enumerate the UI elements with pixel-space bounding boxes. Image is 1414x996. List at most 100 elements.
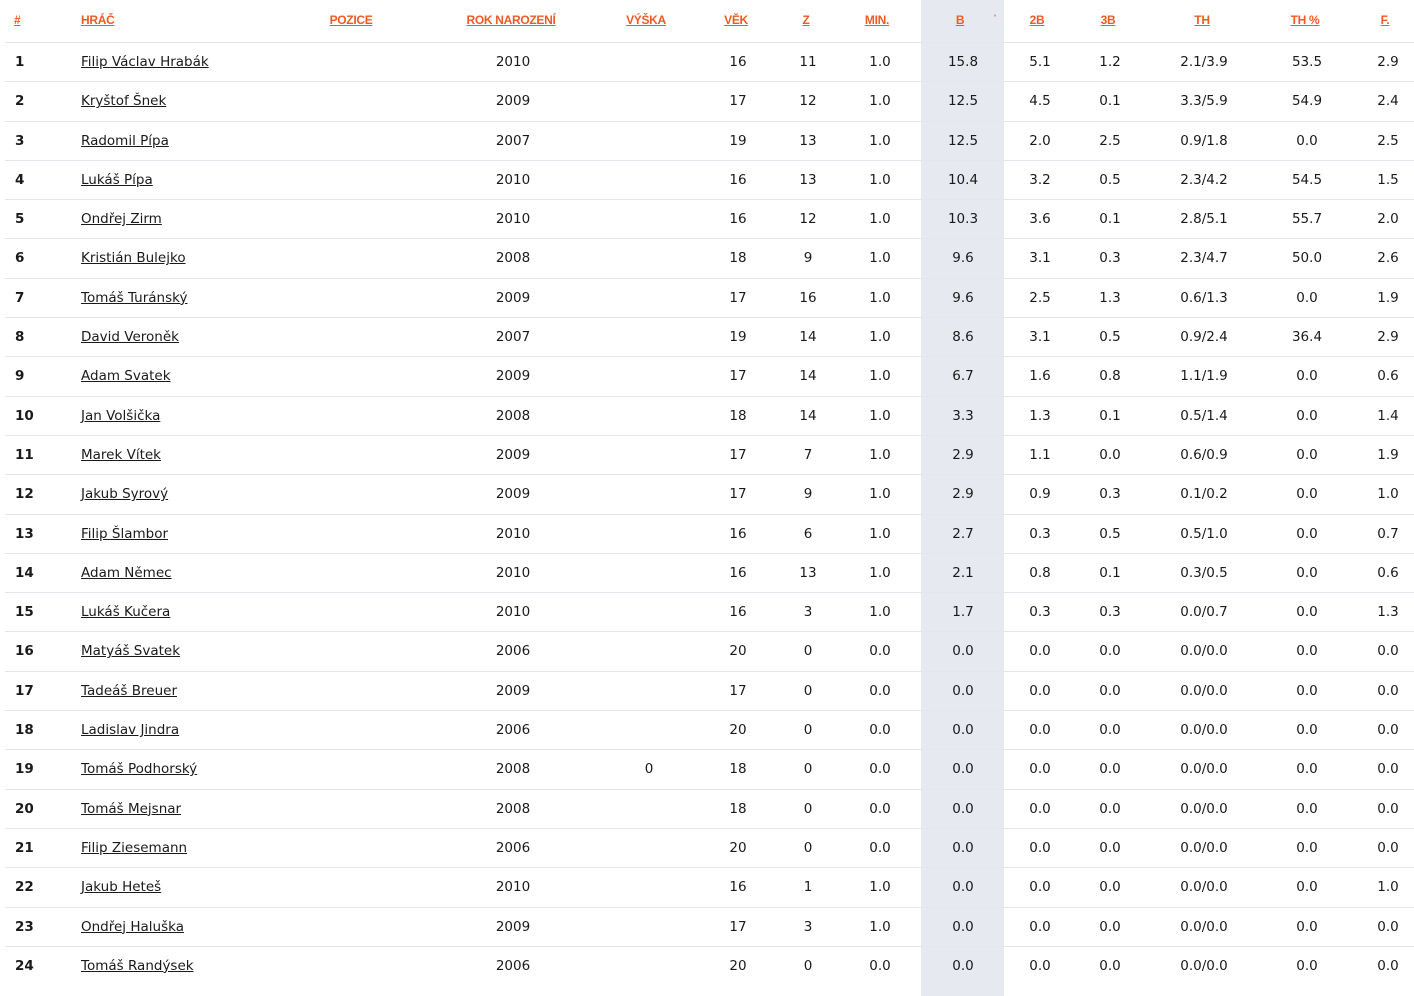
player-name-link[interactable]: Filip Ziesemann [81, 829, 187, 867]
cell-age: 20 [729, 643, 747, 660]
cell-games: 12 [799, 211, 817, 228]
cell-points: 0.0 [952, 722, 974, 739]
cell-birth-year: 2010 [495, 54, 531, 70]
cell-ft-pct: 0.0 [1296, 682, 1318, 699]
player-name-link[interactable]: David Veroněk [81, 318, 179, 356]
header-free-throws[interactable]: TH [1194, 13, 1210, 27]
cell-free-throws: 0.1/0.2 [1180, 486, 1228, 503]
cell-birth-year: 2009 [495, 446, 531, 463]
player-name-link[interactable]: Lukáš Kučera [81, 593, 170, 631]
table-row: 12 Jakub Syrový 2009 17 9 1.0 2.9 0.9 0.3 0.1/0.2… [5, 474, 1414, 513]
cell-ft-pct: 0.0 [1296, 525, 1318, 542]
player-name-link[interactable]: Adam Svatek [81, 357, 171, 395]
cell-minutes: 0.0 [869, 722, 891, 739]
cell-two-pt: 0.9 [1029, 486, 1051, 503]
cell-birth-year: 2006 [495, 643, 531, 660]
cell-free-throws: 0.3/0.5 [1180, 564, 1228, 581]
cell-age: 20 [729, 839, 747, 856]
cell-two-pt: 5.1 [1029, 54, 1051, 70]
cell-birth-year: 2009 [495, 93, 531, 110]
cell-rank: 8 [15, 329, 25, 346]
table-row: 20 Tomáš Mejsnar 2008 18 0 0.0 0.0 0.0 0.0 0.0/0.… [5, 788, 1414, 828]
cell-minutes: 1.0 [869, 93, 891, 110]
cell-free-throws: 0.0/0.0 [1180, 761, 1228, 778]
cell-age: 17 [729, 918, 747, 935]
header-fouls[interactable]: F. [1381, 13, 1390, 27]
cell-fouls: 1.4 [1377, 407, 1399, 424]
player-name-link[interactable]: Lukáš Pípa [81, 161, 153, 199]
cell-three-pt: 0.0 [1099, 682, 1121, 699]
table-row: 15 Lukáš Kučera 2010 16 3 1.0 1.7 0.3 0.3 0.0/0.7… [5, 592, 1414, 631]
header-birth-year[interactable]: ROK NAROZENÍ [466, 13, 555, 27]
cell-age: 17 [729, 93, 747, 110]
cell-rank: 19 [15, 761, 34, 778]
player-name-link[interactable]: Jakub Syrový [81, 475, 168, 513]
sort-desc-icon[interactable]: ˄ [993, 14, 997, 23]
cell-rank: 15 [15, 604, 34, 621]
player-name-link[interactable]: Tomáš Podhorský [81, 750, 197, 788]
cell-games: 6 [803, 525, 813, 542]
header-points[interactable]: B [956, 13, 965, 27]
table-row: 4 Lukáš Pípa 2010 16 13 1.0 10.4 3.2 0.5 2.3/4.2 5… [5, 159, 1414, 199]
cell-birth-year: 2007 [495, 329, 531, 346]
cell-points: 0.0 [952, 879, 974, 896]
cell-three-pt: 0.5 [1099, 329, 1121, 346]
cell-age: 16 [729, 171, 747, 188]
player-name-link[interactable]: Tomáš Turánský [81, 279, 187, 317]
header-games[interactable]: Z [802, 13, 809, 27]
cell-free-throws: 0.5/1.4 [1180, 407, 1228, 424]
player-name-link[interactable]: Ondřej Zirm [81, 200, 162, 238]
cell-age: 19 [729, 132, 747, 149]
player-name-link[interactable]: Ladislav Jindra [81, 711, 179, 749]
player-name-link[interactable]: Tomáš Mejsnar [81, 790, 181, 828]
header-ft-pct[interactable]: TH % [1291, 13, 1320, 27]
player-name-link[interactable]: Jakub Heteš [81, 868, 161, 906]
player-name-link[interactable]: Ondřej Haluška [81, 908, 184, 946]
cell-two-pt: 0.0 [1029, 957, 1051, 974]
header-rank[interactable]: # [14, 13, 21, 27]
header-minutes[interactable]: MIN. [865, 13, 889, 27]
player-name-link[interactable]: Tadeáš Breuer [81, 672, 177, 710]
cell-three-pt: 1.3 [1099, 289, 1121, 306]
table-row: 13 Filip Šlambor 2010 16 6 1.0 2.7 0.3 0.5 0.5/1.… [5, 513, 1414, 553]
cell-ft-pct: 0.0 [1296, 289, 1318, 306]
cell-three-pt: 0.0 [1099, 879, 1121, 896]
player-name-link[interactable]: Tomáš Randýsek [81, 947, 194, 985]
header-age[interactable]: VĚK [724, 13, 748, 27]
player-name-link[interactable]: Kristián Bulejko [81, 239, 186, 277]
player-name-link[interactable]: Adam Němec [81, 554, 172, 592]
cell-two-pt: 0.0 [1029, 800, 1051, 817]
cell-minutes: 1.0 [869, 604, 891, 621]
cell-age: 18 [729, 761, 747, 778]
player-name-link[interactable]: Jan Volšička [81, 397, 160, 435]
player-name-link[interactable]: Kryštof Šnek [81, 82, 166, 120]
player-name-link[interactable]: Filip Šlambor [81, 515, 168, 553]
cell-ft-pct: 0.0 [1296, 132, 1318, 149]
header-three-pt[interactable]: 3B [1101, 13, 1116, 27]
header-position[interactable]: POZICE [330, 13, 373, 27]
cell-two-pt: 0.0 [1029, 643, 1051, 660]
cell-fouls: 0.6 [1377, 368, 1399, 385]
table-row: 23 Ondřej Haluška 2009 17 3 1.0 0.0 0.0 0.0 0.0/0… [5, 906, 1414, 946]
header-two-pt[interactable]: 2B [1030, 13, 1045, 27]
cell-minutes: 1.0 [869, 918, 891, 935]
cell-ft-pct: 0.0 [1296, 604, 1318, 621]
cell-fouls: 0.0 [1377, 761, 1399, 778]
table-row: 11 Marek Vítek 2009 17 7 1.0 2.9 1.1 0.0 0.6/0.9 0… [5, 434, 1414, 474]
table-row: 21 Filip Ziesemann 2006 20 0 0.0 0.0 0.0 0.0 0.0/… [5, 827, 1414, 867]
cell-minutes: 1.0 [869, 329, 891, 346]
table-header: # HRÁČ POZICE ROK NAROZENÍ VÝŠKA VĚK Z M… [0, 0, 1414, 42]
cell-two-pt: 4.5 [1029, 93, 1051, 110]
cell-two-pt: 3.1 [1029, 250, 1051, 267]
player-name-link[interactable]: Marek Vítek [81, 436, 161, 474]
cell-rank: 22 [15, 879, 34, 896]
cell-points: 0.0 [952, 800, 974, 817]
cell-fouls: 0.0 [1377, 682, 1399, 699]
header-player[interactable]: HRÁČ [81, 13, 115, 27]
cell-games: 7 [803, 446, 813, 463]
player-name-link[interactable]: Filip Václav Hrabák [81, 43, 209, 81]
player-name-link[interactable]: Radomil Pípa [81, 122, 169, 160]
header-height[interactable]: VÝŠKA [626, 13, 666, 27]
player-name-link[interactable]: Matyáš Svatek [81, 632, 180, 670]
cell-rank: 7 [15, 289, 25, 306]
